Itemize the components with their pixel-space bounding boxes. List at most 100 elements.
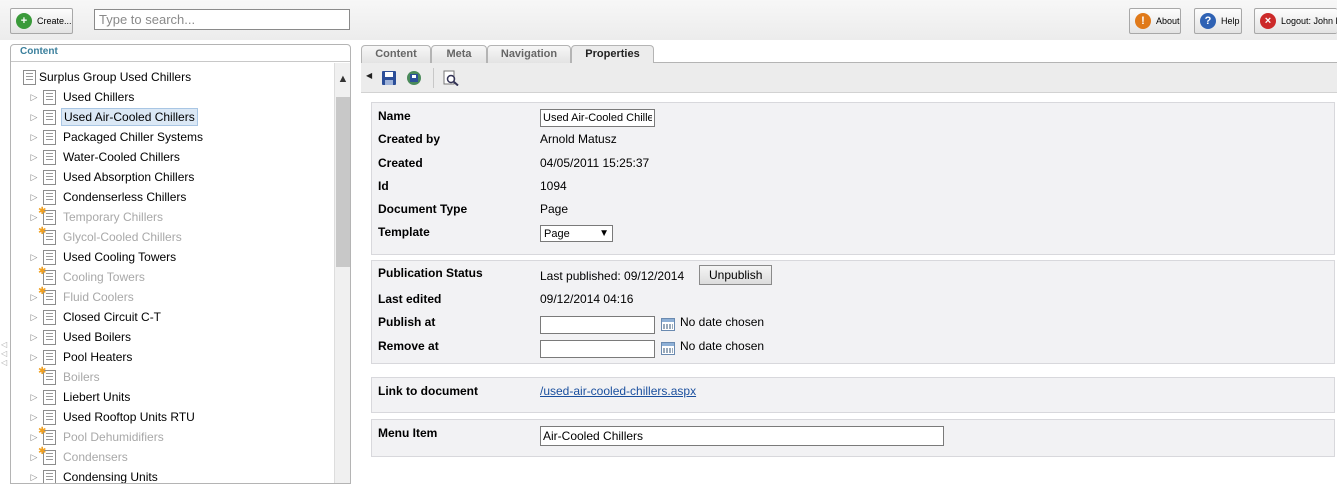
save-icon[interactable] [381,70,397,86]
last-edited-value: 09/12/2014 04:16 [540,292,633,306]
expand-arrow-icon[interactable]: ▷ [29,352,39,363]
tree-item-label: Condenserless Chillers [61,189,188,205]
remove-at-note: No date chosen [680,339,764,353]
tree-item[interactable]: ▷ Liebert Units [29,387,132,407]
editor-panel: Content Meta Navigation Properties ◀ Nam… [361,44,1337,484]
tree-item[interactable]: ▷Used Air-Cooled Chillers [29,107,198,127]
tree-item[interactable]: ✱ Boilers [29,367,102,387]
expand-arrow-icon[interactable]: ▷ [29,152,39,163]
expand-arrow-icon[interactable]: ▷ [29,192,39,203]
tree-item-label: Used Cooling Towers [61,249,178,265]
create-button-label: Create... [37,16,72,26]
tab-content[interactable]: Content [361,45,431,63]
calendar-icon[interactable] [661,342,675,355]
document-type-value: Page [540,202,568,216]
tree-item[interactable]: ▷ Pool Heaters [29,347,134,367]
scroll-up-arrow-icon[interactable]: ▲ [335,73,351,85]
help-button-label: Help [1221,16,1240,26]
create-button[interactable]: + Create... [10,8,73,34]
tree-root-label: Surplus Group Used Chillers [37,69,193,85]
new-star-icon: ✱ [38,287,46,297]
plus-icon: + [16,13,32,29]
tree-item-label: Used Chillers [61,89,136,105]
save-and-publish-icon[interactable] [406,70,422,86]
document-icon [43,350,56,365]
expand-arrow-icon[interactable]: ▷ [29,172,39,183]
expand-arrow-icon[interactable]: ▷ [29,252,39,263]
tree-root[interactable]: Surplus Group Used Chillers [11,67,193,87]
tree-item[interactable]: ▷ Used Cooling Towers [29,247,178,267]
template-label: Template [378,225,430,239]
document-link[interactable]: /used-air-cooled-chillers.aspx [540,384,696,398]
tree-item[interactable]: ▷Used Rooftop Units RTU [29,407,197,427]
name-label: Name [378,109,411,123]
logout-button-label: Logout: John B [1281,16,1337,26]
document-icon [43,390,56,405]
tree-item-label: Water-Cooled Chillers [61,149,182,165]
tab-navigation[interactable]: Navigation [487,45,571,63]
about-icon: ! [1135,13,1151,29]
tree-item[interactable]: ▷✱Fluid Coolers [29,287,136,307]
tree-item[interactable]: ▷✱Temporary Chillers [29,207,165,227]
tab-meta[interactable]: Meta [431,45,487,63]
document-icon [43,170,56,185]
document-icon: ✱ [43,270,56,285]
tree-item[interactable]: ▷Closed Circuit C-T [29,307,163,327]
expand-arrow-icon[interactable]: ▷ [29,412,39,423]
content-tree-header: Content [11,45,350,62]
tree-item[interactable]: ▷ Water-Cooled Chillers [29,147,182,167]
expand-arrow-icon[interactable]: ▷ [29,132,39,143]
tree-item[interactable]: ▷✱Condensers [29,447,130,467]
new-star-icon: ✱ [38,427,46,437]
template-select[interactable]: Page ▼ [540,225,613,242]
tree-item[interactable]: ✱Glycol-Cooled Chillers [29,227,184,247]
tree-item[interactable]: ▷ Condenserless Chillers [29,187,188,207]
tree-item-label: Liebert Units [61,389,132,405]
properties-pane: Name Created by Arnold Matusz Created 04… [371,102,1335,255]
publication-status-value: Last published: 09/12/2014 [540,269,684,283]
menu-item-label: Menu Item [378,426,437,440]
tree-item[interactable]: ▷ Used Chillers [29,87,136,107]
name-input[interactable] [540,109,655,127]
tree-item-label: Boilers [61,369,102,385]
collapse-arrow-icon[interactable]: ◀ [366,71,372,80]
menu-item-input[interactable] [540,426,944,446]
help-button[interactable]: ? Help [1194,8,1242,34]
expand-arrow-icon[interactable]: ▷ [29,92,39,103]
panel-collapse-handle-icon[interactable]: ◁◁◁ [1,340,7,367]
tree-item[interactable]: ▷✱Pool Dehumidifiers [29,427,166,447]
expand-arrow-icon[interactable]: ▷ [29,392,39,403]
publish-at-input[interactable] [540,316,655,334]
tree-item[interactable]: ▷Used Absorption Chillers [29,167,196,187]
expand-arrow-icon[interactable]: ▷ [29,472,39,483]
tree-item[interactable]: ▷Packaged Chiller Systems [29,127,205,147]
properties-content: Name Created by Arnold Matusz Created 04… [361,93,1337,484]
search-input[interactable] [94,9,350,30]
document-icon: ✱ [43,370,56,385]
tree-item-label: Used Boilers [61,329,133,345]
tree-item-label: Temporary Chillers [61,209,165,225]
remove-at-input[interactable] [540,340,655,358]
preview-icon[interactable] [443,70,459,86]
expand-arrow-icon[interactable]: ▷ [29,112,39,123]
publication-status-label: Publication Status [378,266,483,280]
expand-arrow-icon[interactable]: ▷ [29,332,39,343]
tree-item[interactable]: ✱Cooling Towers [29,267,147,287]
tree-item[interactable]: ▷ Used Boilers [29,327,133,347]
document-icon [43,190,56,205]
tree-item[interactable]: ▷Condensing Units [29,467,160,484]
unpublish-button[interactable]: Unpublish [699,265,772,285]
document-icon [43,310,56,325]
calendar-icon[interactable] [661,318,675,331]
tree-scrollbar[interactable]: ▲ [334,63,350,484]
created-label: Created [378,156,423,170]
about-button[interactable]: ! About [1129,8,1181,34]
new-star-icon: ✱ [38,267,46,277]
id-value: 1094 [540,179,567,193]
expand-arrow-icon[interactable]: ▷ [29,312,39,323]
publish-at-label: Publish at [378,315,435,329]
scrollbar-thumb[interactable] [336,97,350,267]
logout-button[interactable]: × Logout: John B [1254,8,1337,34]
tree-item-label: Pool Heaters [61,349,134,365]
tab-properties[interactable]: Properties [571,45,654,64]
